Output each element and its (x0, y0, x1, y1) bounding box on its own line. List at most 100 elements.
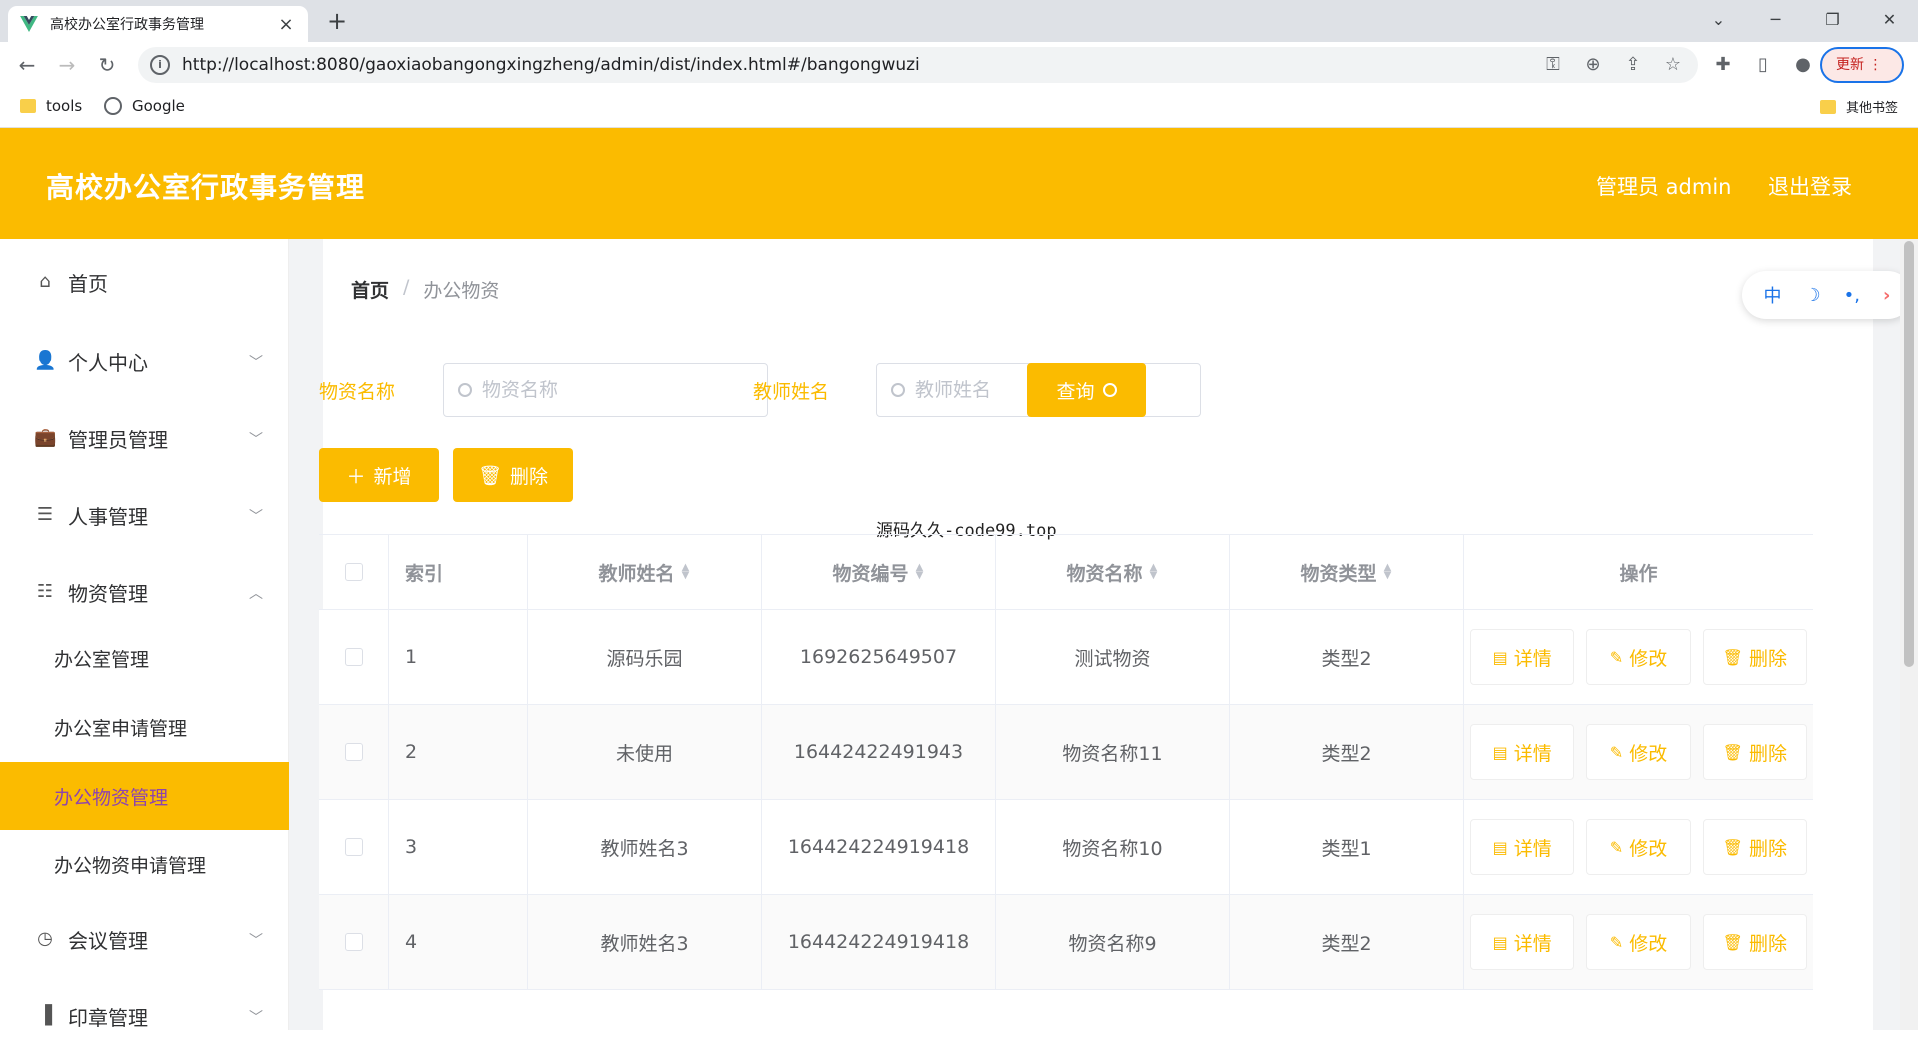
col-teacher[interactable]: 教师姓名 ▲ ▼ (528, 535, 762, 609)
sort-icon[interactable]: ▲ ▼ (681, 563, 691, 581)
punctuation-icon[interactable]: •, (1844, 285, 1860, 306)
detail-button[interactable]: ▤ 详情 (1470, 724, 1575, 780)
chevron-right-icon[interactable]: › (1883, 285, 1890, 306)
browser-tab[interactable]: 高校办公室行政事务管理 × (8, 6, 308, 42)
tab-search-icon[interactable]: ⌄ (1690, 0, 1747, 40)
sidebar-subitem-supplies[interactable]: 办公物资管理 (0, 762, 289, 830)
col-actions: 操作 (1619, 562, 1658, 585)
button-label: 修改 (1629, 837, 1668, 860)
row-checkbox[interactable] (344, 838, 363, 856)
select-all-checkbox[interactable] (344, 563, 363, 581)
url-text[interactable]: http://localhost:8080/gaoxiaobangongxing… (182, 55, 920, 75)
sidebar-item-home[interactable]: ⌂ 首页 (0, 254, 289, 310)
cell-teacher: 未使用 (528, 705, 762, 799)
edit-button[interactable]: ✎ 修改 (1586, 914, 1691, 970)
breadcrumb-home[interactable]: 首页 (351, 276, 389, 303)
button-label: 详情 (1513, 742, 1552, 765)
chevron-up-icon: ︿ (249, 586, 263, 602)
tab-title: 高校办公室行政事务管理 (50, 17, 204, 33)
chevron-down-icon: ﹀ (249, 432, 263, 448)
logout-link[interactable]: 退出登录 (1768, 171, 1852, 201)
moon-icon[interactable]: ☽ (1805, 285, 1821, 306)
breadcrumb: 首页 / 办公物资 (351, 276, 499, 303)
delete-button[interactable]: 🗑 删除 (1702, 629, 1807, 685)
forward-icon[interactable]: → (52, 50, 82, 80)
side-panel-icon[interactable]: ▯ (1750, 52, 1776, 78)
translate-toolbar[interactable]: 中 ☽ •, › (1742, 271, 1912, 319)
delete-button[interactable]: 🗑 删除 (1702, 724, 1807, 780)
page-scrollbar[interactable] (1900, 239, 1918, 1030)
bookmark-star-icon[interactable]: ☆ (1660, 52, 1686, 78)
detail-button[interactable]: ▤ 详情 (1470, 914, 1575, 970)
sidebar-subitem-office[interactable]: 办公室管理 (0, 624, 289, 692)
reload-icon[interactable]: ↻ (92, 50, 122, 80)
share-icon[interactable]: ⇪ (1620, 52, 1646, 78)
extensions-icon[interactable]: ✚ (1710, 52, 1736, 78)
update-button[interactable]: 更新 ⋮ (1820, 47, 1904, 83)
sidebar-item-hr[interactable]: ☰ 人事管理 ﹀ (0, 487, 289, 543)
vue-logo-icon (20, 16, 38, 32)
add-button[interactable]: ＋ 新增 (319, 448, 439, 502)
chinese-toggle-icon[interactable]: 中 (1764, 282, 1782, 308)
address-bar[interactable]: i http://localhost:8080/gaoxiaobangongxi… (138, 47, 1698, 83)
browser-tabstrip: 高校办公室行政事务管理 × + ⌄ ─ ❐ ✕ (0, 0, 1918, 42)
search-button[interactable]: 查询 (1027, 363, 1146, 417)
site-info-icon[interactable]: i (150, 55, 170, 75)
search-icon (458, 383, 472, 397)
sidebar-item-supplies[interactable]: ☷ 物资管理 ︿ (0, 564, 289, 620)
minimize-icon[interactable]: ─ (1747, 0, 1804, 40)
cell-type: 类型2 (1230, 705, 1464, 799)
col-type[interactable]: 物资类型 ▲ ▼ (1230, 535, 1464, 609)
sort-icon[interactable]: ▲ ▼ (1383, 563, 1393, 581)
select-all-cell (319, 535, 389, 609)
pencil-icon: ✎ (1609, 932, 1624, 952)
sidebar-subitem-supplies-apply[interactable]: 办公物资申请管理 (0, 830, 289, 898)
bookmark-google[interactable]: Google (104, 97, 185, 115)
bookmark-tools[interactable]: tools (20, 97, 82, 115)
sort-icon[interactable]: ▲ ▼ (1149, 563, 1159, 581)
key-icon[interactable]: ⚿ (1540, 52, 1566, 78)
sort-icon[interactable]: ▲ ▼ (915, 563, 925, 581)
delete-button[interactable]: 🗑 删除 (1702, 914, 1807, 970)
table-body: 1 源码乐园 1692625649507 测试物资 类型2 ▤ 详情 ✎ 修改 🗑 删除 2 未使用 16… (319, 610, 1813, 990)
cell-teacher: 源码乐园 (528, 610, 762, 704)
other-bookmarks[interactable]: 其他书签 (1820, 97, 1898, 116)
scrollbar-thumb[interactable] (1904, 241, 1914, 667)
name-search-input[interactable] (482, 379, 762, 401)
app-header: 高校办公室行政事务管理 管理员 admin 退出登录 (0, 128, 1918, 239)
zoom-icon[interactable]: ⊕ (1580, 52, 1606, 78)
table-header: 索引 教师姓名 ▲ ▼ 物资编号 ▲ ▼ 物资名称 ▲ ▼ 物资类型 ▲ ▼ 操作 (319, 534, 1813, 610)
search-icon (891, 383, 905, 397)
edit-button[interactable]: ✎ 修改 (1586, 629, 1691, 685)
delete-button[interactable]: 🗑 删除 (1702, 819, 1807, 875)
edit-button[interactable]: ✎ 修改 (1586, 724, 1691, 780)
cell-name: 物资名称10 (996, 800, 1230, 894)
button-label: 删除 (1748, 932, 1787, 955)
row-checkbox[interactable] (344, 648, 363, 666)
table-row: 2 未使用 16442422491943 物资名称11 类型2 ▤ 详情 ✎ 修改 🗑 删除 (319, 705, 1813, 800)
bulk-delete-button[interactable]: 🗑 删除 (453, 448, 573, 502)
name-search-field[interactable] (443, 363, 768, 417)
button-label: 修改 (1629, 647, 1668, 670)
back-icon[interactable]: ← (12, 50, 42, 80)
sidebar-item-seals[interactable]: ▐ 印章管理 ﹀ (0, 988, 289, 1044)
chevron-down-icon: ﹀ (249, 355, 263, 371)
sidebar-item-profile[interactable]: 👤 个人中心 ﹀ (0, 333, 289, 389)
sidebar-item-admins[interactable]: 💼 管理员管理 ﹀ (0, 410, 289, 466)
close-tab-icon[interactable]: × (276, 14, 296, 35)
restore-icon[interactable]: ❐ (1804, 0, 1861, 40)
user-icon: 👤 (34, 350, 57, 371)
detail-button[interactable]: ▤ 详情 (1470, 819, 1575, 875)
sidebar-subitem-office-apply[interactable]: 办公室申请管理 (0, 693, 289, 761)
col-code[interactable]: 物资编号 ▲ ▼ (762, 535, 996, 609)
cell-name: 物资名称11 (996, 705, 1230, 799)
sidebar-item-meetings[interactable]: ◷ 会议管理 ﹀ (0, 911, 289, 967)
edit-button[interactable]: ✎ 修改 (1586, 819, 1691, 875)
profile-icon[interactable]: ● (1790, 52, 1816, 78)
new-tab-button[interactable]: + (322, 8, 352, 36)
col-name[interactable]: 物资名称 ▲ ▼ (996, 535, 1230, 609)
row-checkbox[interactable] (344, 933, 363, 951)
row-checkbox[interactable] (344, 743, 363, 761)
detail-button[interactable]: ▤ 详情 (1470, 629, 1575, 685)
close-window-icon[interactable]: ✕ (1861, 0, 1918, 40)
